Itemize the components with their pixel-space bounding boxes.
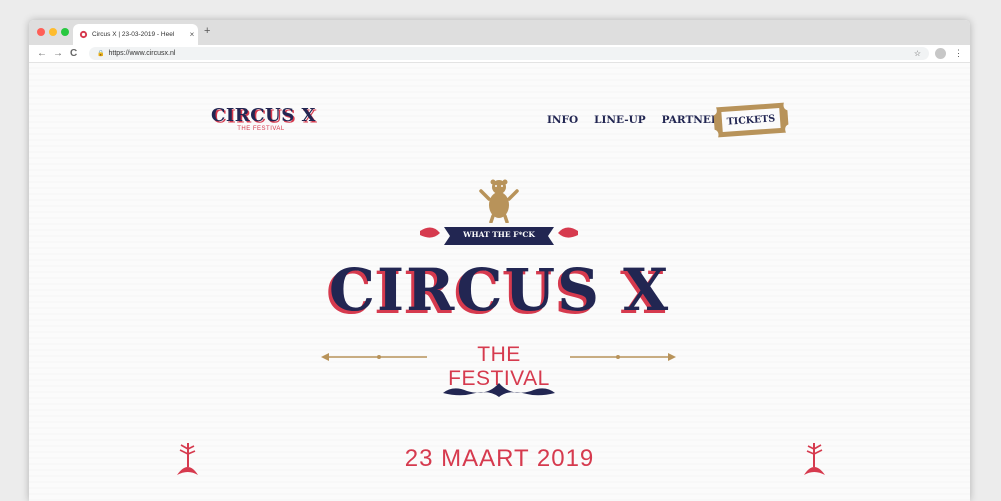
back-button[interactable]: ← <box>37 46 47 61</box>
bookmark-star-icon[interactable]: ☆ <box>914 49 921 58</box>
bear-mascot-icon <box>479 179 519 223</box>
forward-button[interactable]: → <box>53 46 63 61</box>
left-sprig-icon <box>177 443 198 475</box>
right-ornament-icon <box>570 353 676 361</box>
nav-item-line-up[interactable]: LINE-UP <box>594 114 646 126</box>
nav-item-info[interactable]: INFO <box>547 114 578 126</box>
main-nav: INFO LINE-UP PARTNERS <box>547 114 727 126</box>
tab-title: Circus X | 23-03-2019 - Heel <box>92 31 175 38</box>
browser-window: Circus X | 23-03-2019 - Heel × + ← → C 🔒… <box>29 20 970 501</box>
flourish-icon <box>443 383 555 397</box>
tab-strip: Circus X | 23-03-2019 - Heel × + <box>29 20 970 45</box>
site-logo[interactable]: CIRCUS X THE FESTIVAL <box>211 107 317 143</box>
browser-toolbar: ← → C 🔒 https://www.circusx.nl ☆ ⋮ <box>29 45 970 63</box>
browser-tab[interactable]: Circus X | 23-03-2019 - Heel × <box>73 24 198 45</box>
tab-close-icon[interactable]: × <box>186 30 198 39</box>
minimize-window-button[interactable] <box>49 28 57 36</box>
hero-title: CIRCUS X <box>328 256 671 324</box>
profile-avatar[interactable] <box>935 48 946 59</box>
left-ornament-icon <box>321 353 427 361</box>
event-date: 23 MAART 2019 <box>404 445 595 472</box>
new-tab-button[interactable]: + <box>204 25 210 37</box>
tickets-button[interactable]: TICKETS <box>709 97 793 143</box>
address-bar[interactable]: 🔒 https://www.circusx.nl ☆ <box>89 47 929 60</box>
hero-banner: WHAT THE F*CK <box>414 221 584 251</box>
banner-text: WHAT THE F*CK <box>463 230 535 239</box>
web-page: CIRCUS X THE FESTIVAL INFO LINE-UP PARTN… <box>29 63 970 501</box>
tickets-label: TICKETS <box>726 112 776 128</box>
reload-button[interactable]: C <box>70 46 77 61</box>
url-text: https://www.circusx.nl <box>108 50 176 57</box>
logo-subtitle: THE FESTIVAL <box>237 126 285 132</box>
maximize-window-button[interactable] <box>61 28 69 36</box>
close-window-button[interactable] <box>37 28 45 36</box>
browser-menu-icon[interactable]: ⋮ <box>954 46 963 61</box>
favicon-icon <box>79 30 88 39</box>
lock-icon: 🔒 <box>97 51 105 57</box>
logo-text: CIRCUS X <box>211 105 316 126</box>
right-sprig-icon <box>804 443 825 475</box>
